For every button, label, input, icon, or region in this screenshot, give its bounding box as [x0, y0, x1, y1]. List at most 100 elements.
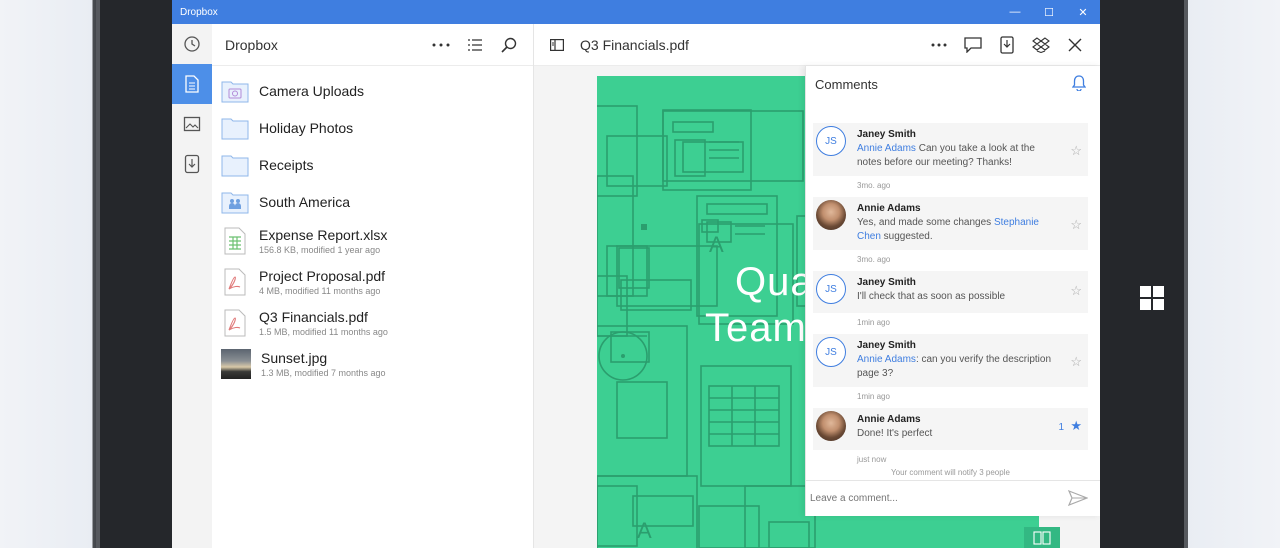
- file-pane-header: Dropbox: [212, 24, 533, 66]
- bell-icon[interactable]: [1072, 75, 1086, 91]
- file-pane-title: Dropbox: [225, 36, 278, 53]
- open-in-app-icon[interactable]: [990, 28, 1024, 62]
- document-icon: [185, 75, 199, 93]
- file-item-expense-report[interactable]: Expense Report.xlsx 156.8 KB, modified 1 …: [212, 220, 533, 261]
- spreadsheet-icon: [221, 227, 249, 255]
- photo-icon: [183, 116, 201, 132]
- avatar: JS: [816, 126, 846, 156]
- file-name: Q3 Financials.pdf: [259, 308, 368, 325]
- close-icon[interactable]: [1058, 28, 1092, 62]
- comment-time: 1min ago: [857, 318, 890, 327]
- comment-text: Yes, and made some changes: [857, 217, 994, 228]
- pdf-icon: [221, 268, 249, 296]
- mention-link[interactable]: Annie Adams: [857, 143, 916, 154]
- app-window: Dropbox — ☐ ✕ Dropbox Camera Uploads Hol…: [172, 0, 1100, 548]
- comment-body: Annie Adams Can you take a look at the n…: [857, 142, 1078, 170]
- star-icon[interactable]: ☆: [1070, 354, 1082, 370]
- mention-link[interactable]: Annie Adams: [857, 354, 916, 365]
- desktop-background-left: [0, 0, 100, 548]
- file-item-sunset[interactable]: Sunset.jpg 1.3 MB, modified 7 months ago: [212, 343, 533, 384]
- comment-author: Annie Adams: [857, 414, 921, 425]
- comment-input[interactable]: [810, 493, 1050, 504]
- comment-item: JS Janey Smith Annie Adams: can you veri…: [813, 334, 1088, 408]
- comment-card[interactable]: Annie Adams Yes, and made some changes S…: [813, 197, 1088, 250]
- comment-list: JS Janey Smith Annie Adams Can you take …: [806, 102, 1100, 477]
- more-options-icon[interactable]: [922, 28, 956, 62]
- rail-item-offline[interactable]: [172, 144, 212, 184]
- comment-time: 3mo. ago: [857, 255, 891, 264]
- windows-logo-icon[interactable]: [1140, 286, 1164, 310]
- select-list-icon[interactable]: [461, 31, 489, 59]
- comment-item: JS Janey Smith I'll check that as soon a…: [813, 271, 1088, 334]
- sidebar-toggle-icon[interactable]: [550, 38, 564, 51]
- rail-item-files[interactable]: [172, 64, 212, 104]
- star-count: 1: [1058, 422, 1064, 433]
- folder-name: Holiday Photos: [259, 119, 354, 136]
- avatar: JS: [816, 337, 846, 367]
- document-header: Q3 Financials.pdf: [534, 24, 1100, 66]
- nav-rail: [172, 24, 212, 548]
- clock-icon: [184, 36, 200, 52]
- rail-item-photos[interactable]: [172, 104, 212, 144]
- document-pane: Q3 Financials.pdf A A Qua Team Comments …: [534, 24, 1100, 548]
- file-meta: 4 MB, modified 11 months ago: [259, 285, 381, 296]
- star-icon[interactable]: ☆: [1070, 217, 1082, 233]
- minimize-button[interactable]: —: [998, 0, 1032, 24]
- tablet-frame: Dropbox — ☐ ✕ Dropbox Camera Uploads Hol…: [96, 0, 1188, 548]
- folder-item-south-america[interactable]: South America: [212, 183, 533, 220]
- comment-item: Annie Adams Done! It's perfect 1 ★ just …: [813, 408, 1088, 468]
- svg-text:A: A: [637, 518, 652, 543]
- file-meta: 1.3 MB, modified 7 months ago: [261, 367, 386, 378]
- folder-icon: [221, 114, 249, 142]
- folder-item-receipts[interactable]: Receipts: [212, 146, 533, 183]
- folder-name: Camera Uploads: [259, 82, 365, 99]
- close-window-button[interactable]: ✕: [1066, 0, 1100, 24]
- comment-icon[interactable]: [956, 28, 990, 62]
- search-icon[interactable]: [495, 31, 523, 59]
- shared-folder-icon: [221, 188, 249, 216]
- comment-time: just now: [857, 455, 887, 464]
- dropbox-share-icon[interactable]: [1024, 28, 1058, 62]
- offline-icon: [184, 154, 200, 174]
- comment-card[interactable]: JS Janey Smith I'll check that as soon a…: [813, 271, 1088, 313]
- image-thumb: [221, 348, 251, 379]
- folder-item-holiday-photos[interactable]: Holiday Photos: [212, 109, 533, 146]
- star-icon[interactable]: ☆: [1070, 283, 1082, 299]
- file-pane: Dropbox Camera Uploads Holiday Photos Re…: [212, 24, 534, 548]
- comment-body: I'll check that as soon as possible: [857, 291, 1006, 302]
- file-pane-toolbar: [427, 24, 523, 66]
- cover-text-line2: Team: [705, 306, 807, 350]
- comment-body: Annie Adams: can you verify the descript…: [857, 353, 1078, 381]
- comment-body: Yes, and made some changes Stephanie Che…: [857, 216, 1078, 244]
- camera-folder-icon: [221, 77, 249, 105]
- star-icon[interactable]: ☆: [1070, 143, 1082, 159]
- cover-text-line1: Qua: [735, 260, 814, 304]
- more-options-icon[interactable]: [427, 31, 455, 59]
- comment-card[interactable]: JS Janey Smith Annie Adams Can you take …: [813, 123, 1088, 176]
- comment-author: Janey Smith: [857, 340, 916, 351]
- window-controls: — ☐ ✕: [998, 0, 1100, 24]
- folder-name: South America: [259, 193, 351, 210]
- page-thumbnails-button[interactable]: [1024, 527, 1060, 548]
- comment-body: Done! It's perfect: [857, 428, 933, 439]
- window-title: Dropbox: [180, 6, 218, 18]
- folder-item-camera-uploads[interactable]: Camera Uploads: [212, 72, 533, 109]
- file-item-project-proposal[interactable]: Project Proposal.pdf 4 MB, modified 11 mo…: [212, 261, 533, 302]
- comment-item: JS Janey Smith Annie Adams Can you take …: [813, 123, 1088, 197]
- rail-item-recents[interactable]: [172, 24, 212, 64]
- comment-card[interactable]: Annie Adams Done! It's perfect 1 ★: [813, 408, 1088, 450]
- svg-text:A: A: [709, 232, 724, 257]
- grid-icon: [1033, 530, 1051, 545]
- send-icon[interactable]: [1068, 490, 1088, 506]
- file-name: Expense Report.xlsx: [259, 226, 388, 243]
- pdf-icon: [221, 309, 249, 337]
- file-meta: 1.5 MB, modified 11 months ago: [259, 326, 388, 337]
- comment-author: Janey Smith: [857, 277, 916, 288]
- maximize-button[interactable]: ☐: [1032, 0, 1066, 24]
- comment-item: Annie Adams Yes, and made some changes S…: [813, 197, 1088, 271]
- avatar: [816, 200, 846, 230]
- star-filled-icon[interactable]: ★: [1070, 418, 1082, 434]
- comment-card[interactable]: JS Janey Smith Annie Adams: can you veri…: [813, 334, 1088, 387]
- file-item-q3-financials[interactable]: Q3 Financials.pdf 1.5 MB, modified 11 mon…: [212, 302, 533, 343]
- file-list: Camera Uploads Holiday Photos Receipts S…: [212, 66, 533, 384]
